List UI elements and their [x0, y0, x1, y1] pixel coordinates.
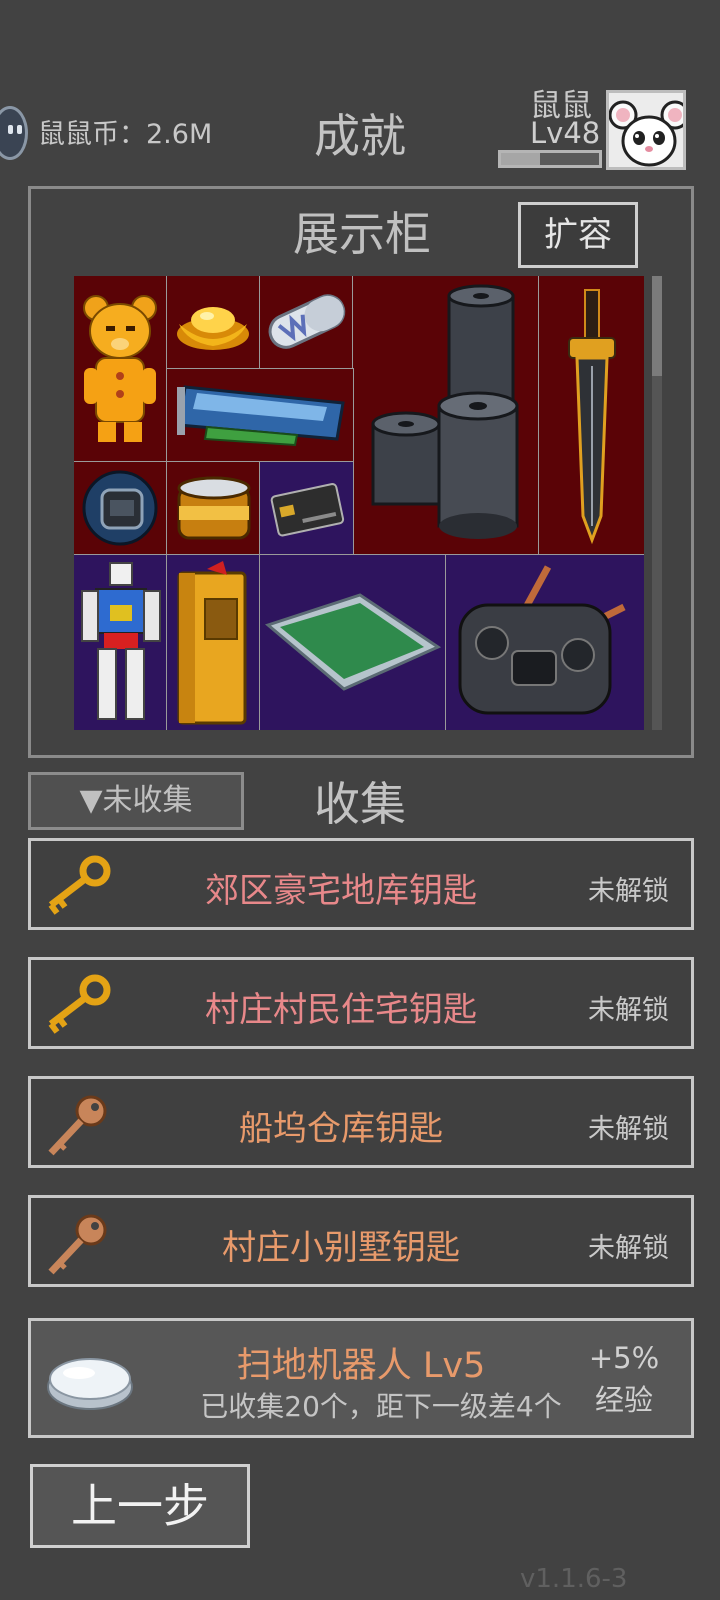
expand-button[interactable]: 扩容: [518, 202, 638, 268]
key-name: 村庄村民住宅钥匙: [205, 990, 477, 1030]
sword-icon: [568, 289, 616, 545]
showcase-item[interactable]: [352, 276, 540, 556]
bonus-percent: +5%: [588, 1341, 660, 1375]
showcase-item[interactable]: [166, 276, 261, 370]
smart-watch-icon: [82, 470, 158, 546]
remote-controller-icon: [458, 565, 626, 715]
key-name: 郊区豪宅地库钥匙: [205, 871, 477, 911]
mouse-avatar-icon: [609, 93, 683, 167]
page-title: 成就: [314, 109, 406, 163]
showcase-item[interactable]: [259, 276, 354, 370]
robot-vacuum-icon: [47, 1358, 133, 1410]
graphics-card-icon: [177, 385, 345, 447]
bonus-progress: 已收集20个，距下一级差4个: [200, 1390, 562, 1423]
gold-key-icon: [48, 855, 111, 915]
lock-status: 未解锁: [588, 995, 669, 1026]
glass-tray-icon: [264, 593, 442, 691]
gold-key-icon: [48, 974, 111, 1034]
vitamin-capsule-icon: [268, 294, 346, 349]
key-row-3[interactable]: 船坞仓库钥匙 未解锁: [28, 1076, 694, 1168]
exp-bar-fill: [501, 153, 541, 165]
showcase-scroll-thumb[interactable]: [652, 276, 662, 376]
currency-balance: 鼠鼠币：2.6M: [38, 119, 213, 150]
bonus-type: 经验: [594, 1383, 653, 1417]
showcase-item[interactable]: [538, 276, 644, 556]
bronze-key-icon: [48, 1214, 107, 1275]
player-level: Lv48: [530, 116, 601, 150]
showcase-item[interactable]: [445, 554, 644, 730]
showcase-item[interactable]: [74, 461, 168, 556]
coin-icon: [0, 106, 28, 160]
gold-jar-icon: [177, 476, 251, 540]
lock-status: 未解锁: [588, 1114, 669, 1145]
key-name: 船坞仓库钥匙: [239, 1109, 443, 1149]
showcase-item[interactable]: [259, 554, 447, 730]
showcase-item[interactable]: [74, 276, 168, 463]
key-row-4[interactable]: 村庄小别墅钥匙 未解锁: [28, 1195, 694, 1287]
key-row-2[interactable]: 村庄村民住宅钥匙 未解锁: [28, 957, 694, 1049]
filter-dropdown[interactable]: ▼未收集: [28, 772, 244, 830]
avatar[interactable]: [606, 90, 686, 170]
collection-title: 收集: [314, 777, 406, 831]
bonus-name: 扫地机器人 Lv5: [236, 1346, 486, 1386]
showcase-grid: [74, 276, 644, 730]
showcase-item[interactable]: [166, 461, 261, 556]
bonus-value: +5% 经验: [579, 1337, 669, 1421]
exp-bar: [498, 150, 602, 168]
back-button[interactable]: 上一步: [30, 1464, 250, 1548]
showcase-item[interactable]: [166, 368, 354, 463]
showcase-item[interactable]: [166, 554, 261, 730]
bronze-key-icon: [48, 1095, 107, 1156]
teddy-bear-figure-icon: [83, 295, 157, 442]
bank-cards-icon: [270, 483, 345, 537]
version-label: v1.1.6-3: [520, 1564, 628, 1594]
bonus-row[interactable]: 扫地机器人 Lv5 已收集20个，距下一级差4个 +5% 经验: [28, 1318, 694, 1438]
robot-figure-icon: [81, 562, 161, 720]
showcase-title: 展示柜: [293, 207, 431, 261]
film-rolls-icon: [371, 284, 519, 539]
key-name: 村庄小别墅钥匙: [222, 1228, 460, 1268]
key-row-1[interactable]: 郊区豪宅地库钥匙 未解锁: [28, 838, 694, 930]
showcase-item[interactable]: [259, 461, 354, 556]
lock-status: 未解锁: [588, 876, 669, 907]
gold-book-icon: [177, 561, 247, 725]
gold-ingot-icon: [177, 307, 249, 350]
showcase-item[interactable]: [74, 554, 168, 730]
lock-status: 未解锁: [588, 1233, 669, 1264]
